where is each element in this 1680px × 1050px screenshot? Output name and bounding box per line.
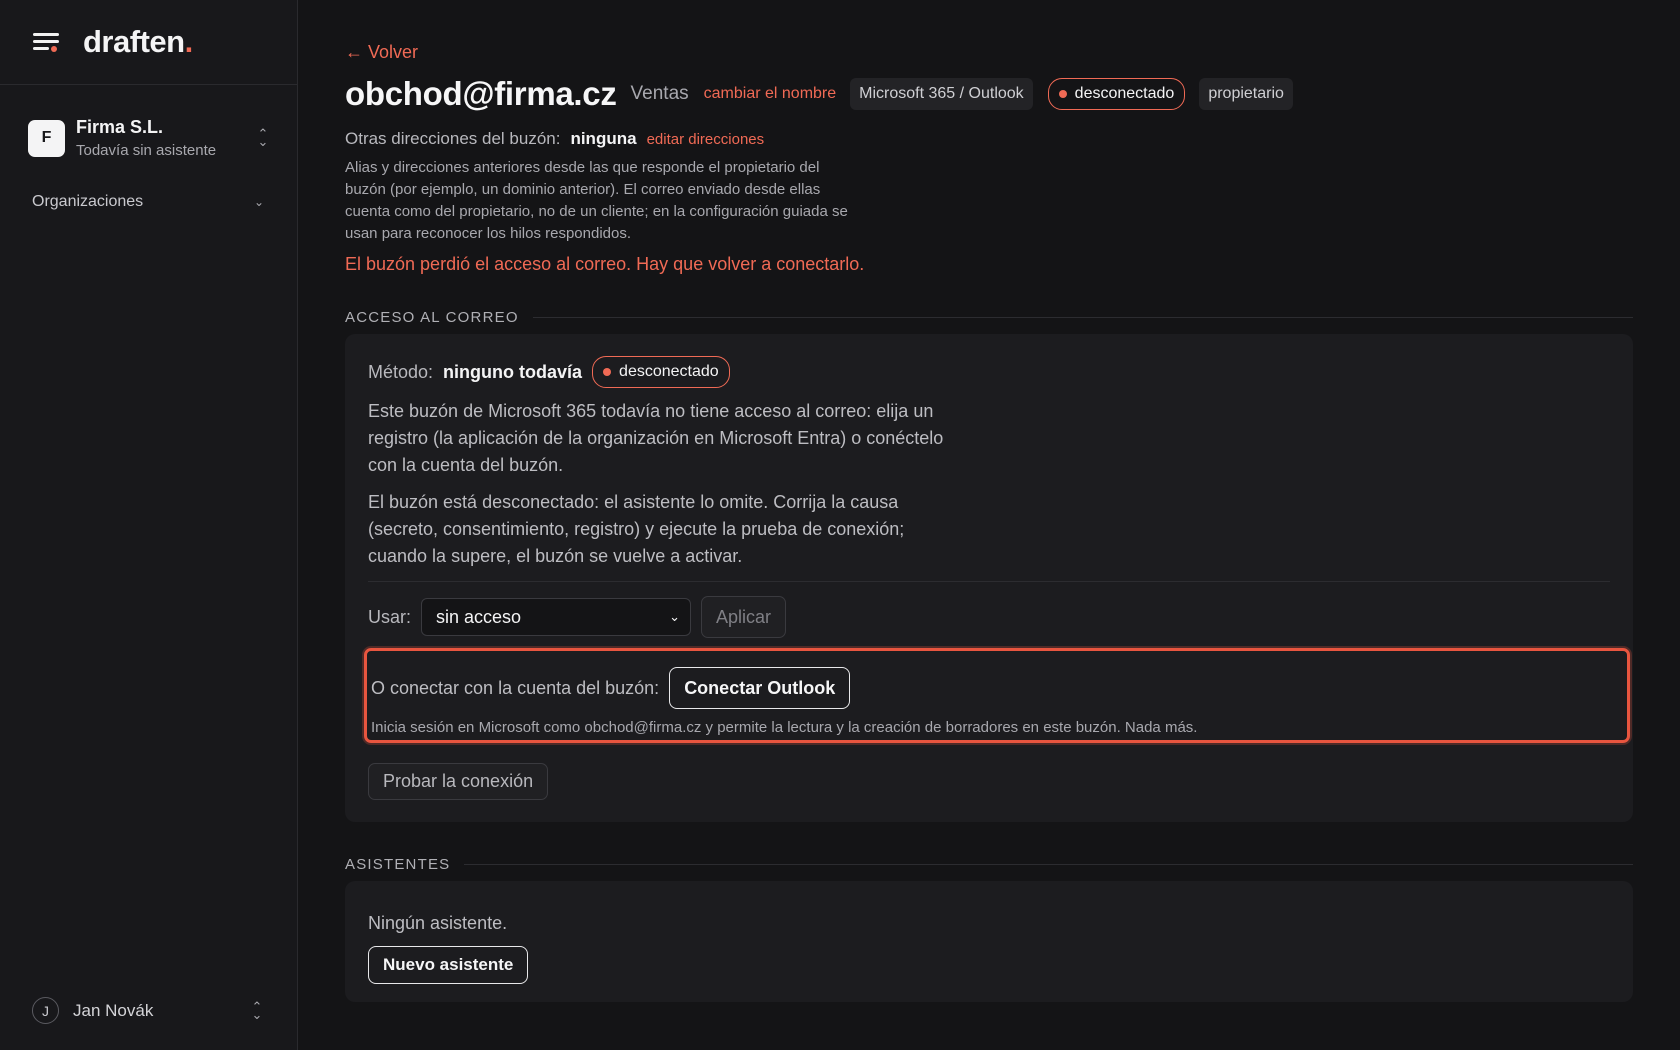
access-section-title: ACCESO AL CORREO: [345, 309, 519, 326]
apply-button[interactable]: Aplicar: [701, 596, 787, 638]
section-divider: [532, 317, 1633, 318]
nav-organizations-label: Organizaciones: [32, 193, 144, 210]
access-section-header: ACCESO AL CORREO: [345, 309, 1633, 326]
provider-badge: Microsoft 365 / Outlook: [850, 78, 1033, 110]
use-label: Usar:: [368, 606, 412, 627]
assistants-empty: Ningún asistente.: [368, 913, 508, 933]
disconnect-warning: El buzón perdió el acceso al correo. Hay…: [345, 254, 865, 274]
back-link[interactable]: ← Volver: [345, 42, 418, 63]
user-avatar: J: [32, 997, 59, 1024]
app: draften. F Firma S.L. Todavía sin asiste…: [0, 0, 1680, 1050]
org-text: Firma S.L. Todavía sin asistente: [76, 117, 256, 159]
chevron-down-icon: ⌄: [669, 609, 681, 624]
assistants-card: Ningún asistente. Nuevo asistente: [345, 881, 1633, 1002]
access-card: Método: ninguno todavía desconectado Est…: [345, 334, 1633, 822]
sidebar: draften. F Firma S.L. Todavía sin asiste…: [0, 0, 298, 1050]
connect-outlook-button[interactable]: Conectar Outlook: [669, 667, 851, 709]
addresses-row: Otras direcciones del buzón: ninguna edi…: [345, 129, 1633, 149]
assistants-section-title: ASISTENTES: [345, 856, 451, 873]
edit-addresses-link[interactable]: editar direcciones: [647, 131, 765, 148]
disconnected-description: El buzón está desconectado: el asistente…: [368, 492, 905, 566]
connect-outlook-panel: O conectar con la cuenta del buzón: Cone…: [364, 648, 1630, 743]
rename-link[interactable]: cambiar el nombre: [704, 85, 837, 103]
connect-label: O conectar con la cuenta del buzón:: [371, 677, 660, 698]
method-label: Método:: [368, 361, 434, 382]
main-content: ← Volver obchod@firma.cz Ventas cambiar …: [298, 0, 1680, 1050]
access-description: Este buzón de Microsoft 365 todavía no t…: [368, 401, 944, 475]
divider: [368, 581, 1610, 582]
status-badge: desconectado: [1047, 78, 1186, 110]
org-switcher[interactable]: F Firma S.L. Todavía sin asistente ⌃ ⌄: [28, 117, 270, 159]
method-value: ninguno todavía: [443, 361, 583, 382]
connect-row: O conectar con la cuenta del buzón: Cone…: [371, 667, 1627, 709]
role-badge: propietario: [1199, 78, 1293, 110]
user-menu[interactable]: J Jan Novák ⌃ ⌄: [32, 997, 264, 1024]
assistants-section-header: ASISTENTES: [345, 856, 1633, 873]
addresses-value: ninguna: [570, 129, 637, 148]
access-status-badge: desconectado: [592, 356, 730, 388]
addresses-help: Alias y direcciones anteriores desde las…: [345, 159, 848, 242]
chevron-up-down-icon: ⌃ ⌄: [251, 998, 263, 1022]
org-name: Firma S.L.: [76, 117, 164, 137]
status-dot-icon: [603, 368, 612, 376]
section-divider: [464, 864, 1633, 865]
method-row: Método: ninguno todavía desconectado: [368, 356, 1610, 388]
chevron-up-down-icon: ⌃ ⌄: [257, 126, 269, 149]
status-dot-icon: [1058, 90, 1067, 98]
org-subtitle: Todavía sin asistente: [76, 142, 217, 159]
access-method-select-value: sin acceso: [436, 606, 522, 627]
nav-organizations[interactable]: Organizaciones ⌄: [32, 193, 264, 211]
mailbox-label: Ventas: [630, 83, 689, 104]
page-title: obchod@firma.cz: [345, 75, 617, 112]
brand-bar: draften.: [0, 0, 297, 85]
title-row: obchod@firma.cz Ventas cambiar el nombre…: [345, 75, 1633, 113]
connect-help: Inicia sesión en Microsoft como obchod@f…: [371, 719, 1198, 736]
logo: draften.: [83, 24, 193, 59]
access-method-select[interactable]: sin acceso ⌄: [421, 598, 692, 636]
menu-icon[interactable]: [33, 31, 59, 53]
chevron-down-icon: ⌄: [253, 195, 264, 209]
org-avatar: F: [28, 119, 65, 157]
new-assistant-button[interactable]: Nuevo asistente: [368, 946, 529, 984]
user-name: Jan Novák: [73, 1000, 154, 1020]
test-connection-button[interactable]: Probar la conexión: [368, 763, 549, 800]
access-status-label: desconectado: [619, 363, 719, 380]
status-badge-label: desconectado: [1074, 85, 1175, 102]
use-row: Usar: sin acceso ⌄ Aplicar: [368, 596, 1610, 638]
addresses-label: Otras direcciones del buzón:: [345, 129, 561, 148]
